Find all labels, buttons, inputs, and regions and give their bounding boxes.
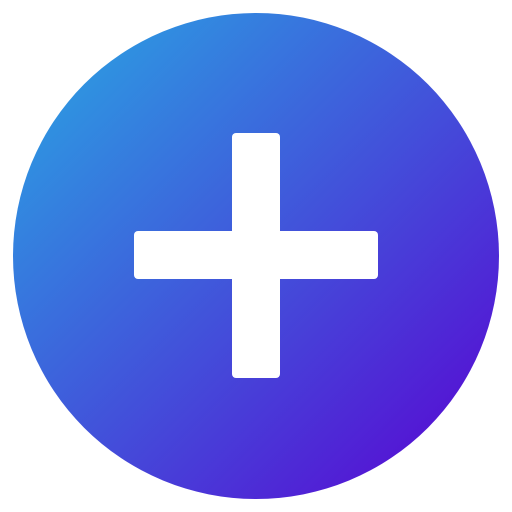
- plus-horizontal-bar: [134, 231, 378, 279]
- add-button-graphic: [13, 13, 499, 499]
- icon-canvas: [0, 0, 512, 512]
- add-button[interactable]: [13, 13, 499, 499]
